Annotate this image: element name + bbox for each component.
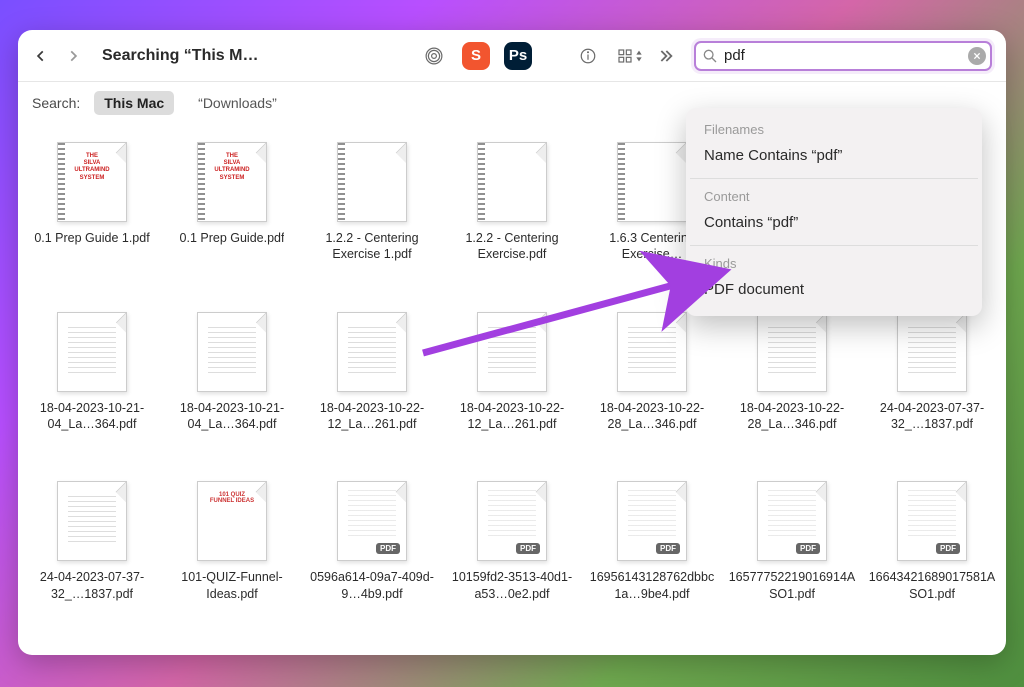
app-icon-ps[interactable]: Ps: [504, 42, 532, 70]
file-item[interactable]: PDF 10159fd2-3513-40d1-a53…0e2.pdf: [442, 473, 582, 635]
file-thumbnail: [897, 312, 967, 392]
scope-this-mac[interactable]: This Mac: [94, 91, 174, 115]
file-item[interactable]: PDF 0596a614-09a7-409d-9…4b9.pdf: [302, 473, 442, 635]
file-name: 24-04-2023-07-37-32_…1837.pdf: [28, 569, 156, 602]
suggestions-filenames-header: Filenames: [704, 122, 964, 137]
file-thumbnail: [757, 312, 827, 392]
forward-button[interactable]: [64, 47, 82, 65]
file-name: 16577752219016914ASO1.pdf: [728, 569, 856, 602]
file-thumbnail: PDF: [477, 481, 547, 561]
file-item[interactable]: PDF 16956143128762dbbc1a…9be4.pdf: [582, 473, 722, 635]
view-grid-icon[interactable]: [616, 42, 644, 70]
file-item[interactable]: 1.2.2 - Centering Exercise.pdf: [442, 134, 582, 296]
scope-downloads[interactable]: “Downloads”: [188, 91, 287, 115]
info-icon[interactable]: [574, 42, 602, 70]
file-thumbnail: PDF: [617, 481, 687, 561]
file-item[interactable]: PDF 16643421689017581ASO1.pdf: [862, 473, 1002, 635]
airdrop-icon[interactable]: [420, 42, 448, 70]
file-thumbnail: 101 QUIZFUNNEL IDEAS: [197, 481, 267, 561]
file-name: 16643421689017581ASO1.pdf: [868, 569, 996, 602]
file-item[interactable]: 18-04-2023-10-22-12_La…261.pdf: [302, 304, 442, 466]
file-thumbnail: PDF: [897, 481, 967, 561]
file-thumbnail: THESILVA ULTRAMINDSYSTEM: [57, 142, 127, 222]
file-thumbnail: PDF: [337, 481, 407, 561]
file-thumbnail: [197, 312, 267, 392]
file-item[interactable]: THESILVA ULTRAMINDSYSTEM 0.1 Prep Guide 1…: [22, 134, 162, 296]
file-name: 0596a614-09a7-409d-9…4b9.pdf: [308, 569, 436, 602]
file-thumbnail: PDF: [757, 481, 827, 561]
file-name: 1.2.2 - Centering Exercise.pdf: [448, 230, 576, 263]
file-item[interactable]: 24-04-2023-07-37-32_…1837.pdf: [862, 304, 1002, 466]
file-name: 18-04-2023-10-21-04_La…364.pdf: [28, 400, 156, 433]
file-thumbnail: [337, 142, 407, 222]
toolbar-icons: S Ps: [420, 41, 992, 71]
suggestions-kinds-header: Kinds: [704, 256, 964, 271]
search-input[interactable]: [724, 47, 960, 64]
toolbar: Searching “This M… S Ps: [18, 30, 1006, 82]
file-item[interactable]: 18-04-2023-10-22-28_La…346.pdf: [722, 304, 862, 466]
file-item[interactable]: PDF 16577752219016914ASO1.pdf: [722, 473, 862, 635]
file-item[interactable]: 24-04-2023-07-37-32_…1837.pdf: [22, 473, 162, 635]
file-item[interactable]: 18-04-2023-10-21-04_La…364.pdf: [22, 304, 162, 466]
search-icon: [702, 48, 718, 64]
suggestion-kind-pdf[interactable]: PDF document: [704, 277, 964, 302]
file-item[interactable]: 101 QUIZFUNNEL IDEAS 101-QUIZ-Funnel-Idea…: [162, 473, 302, 635]
file-thumbnail: [57, 481, 127, 561]
file-name: 18-04-2023-10-22-28_La…346.pdf: [728, 400, 856, 433]
file-item[interactable]: THESILVA ULTRAMINDSYSTEM 0.1 Prep Guide.p…: [162, 134, 302, 296]
file-name: 10159fd2-3513-40d1-a53…0e2.pdf: [448, 569, 576, 602]
file-name: 18-04-2023-10-22-12_La…261.pdf: [308, 400, 436, 433]
file-name: 0.1 Prep Guide.pdf: [180, 230, 285, 246]
file-name: 1.2.2 - Centering Exercise 1.pdf: [308, 230, 436, 263]
search-field[interactable]: [694, 41, 992, 71]
back-button[interactable]: [32, 47, 50, 65]
overflow-icon[interactable]: [658, 46, 678, 66]
search-suggestions: Filenames Name Contains “pdf” Content Co…: [686, 108, 982, 316]
suggestions-content-header: Content: [704, 189, 964, 204]
scope-label: Search:: [32, 95, 80, 111]
file-item[interactable]: 1.2.2 - Centering Exercise 1.pdf: [302, 134, 442, 296]
file-thumbnail: [337, 312, 407, 392]
file-thumbnail: [477, 312, 547, 392]
file-name: 18-04-2023-10-21-04_La…364.pdf: [168, 400, 296, 433]
suggestion-name-contains[interactable]: Name Contains “pdf”: [704, 143, 964, 168]
file-thumbnail: THESILVA ULTRAMINDSYSTEM: [197, 142, 267, 222]
file-thumbnail: [617, 312, 687, 392]
file-name: 0.1 Prep Guide 1.pdf: [34, 230, 149, 246]
app-icon-s[interactable]: S: [462, 42, 490, 70]
file-name: 18-04-2023-10-22-12_La…261.pdf: [448, 400, 576, 433]
file-thumbnail: [477, 142, 547, 222]
search-wrap: [694, 41, 992, 71]
file-item[interactable]: 18-04-2023-10-22-12_La…261.pdf: [442, 304, 582, 466]
file-name: 16956143128762dbbc1a…9be4.pdf: [588, 569, 716, 602]
file-name: 101-QUIZ-Funnel-Ideas.pdf: [168, 569, 296, 602]
clear-search-button[interactable]: [968, 47, 986, 65]
suggestion-contains[interactable]: Contains “pdf”: [704, 210, 964, 235]
window-title: Searching “This M…: [102, 47, 258, 65]
file-item[interactable]: 18-04-2023-10-22-28_La…346.pdf: [582, 304, 722, 466]
file-item[interactable]: 18-04-2023-10-21-04_La…364.pdf: [162, 304, 302, 466]
file-name: 24-04-2023-07-37-32_…1837.pdf: [868, 400, 996, 433]
finder-window: Searching “This M… S Ps: [18, 30, 1006, 655]
file-thumbnail: [617, 142, 687, 222]
file-thumbnail: [57, 312, 127, 392]
file-name: 18-04-2023-10-22-28_La…346.pdf: [588, 400, 716, 433]
